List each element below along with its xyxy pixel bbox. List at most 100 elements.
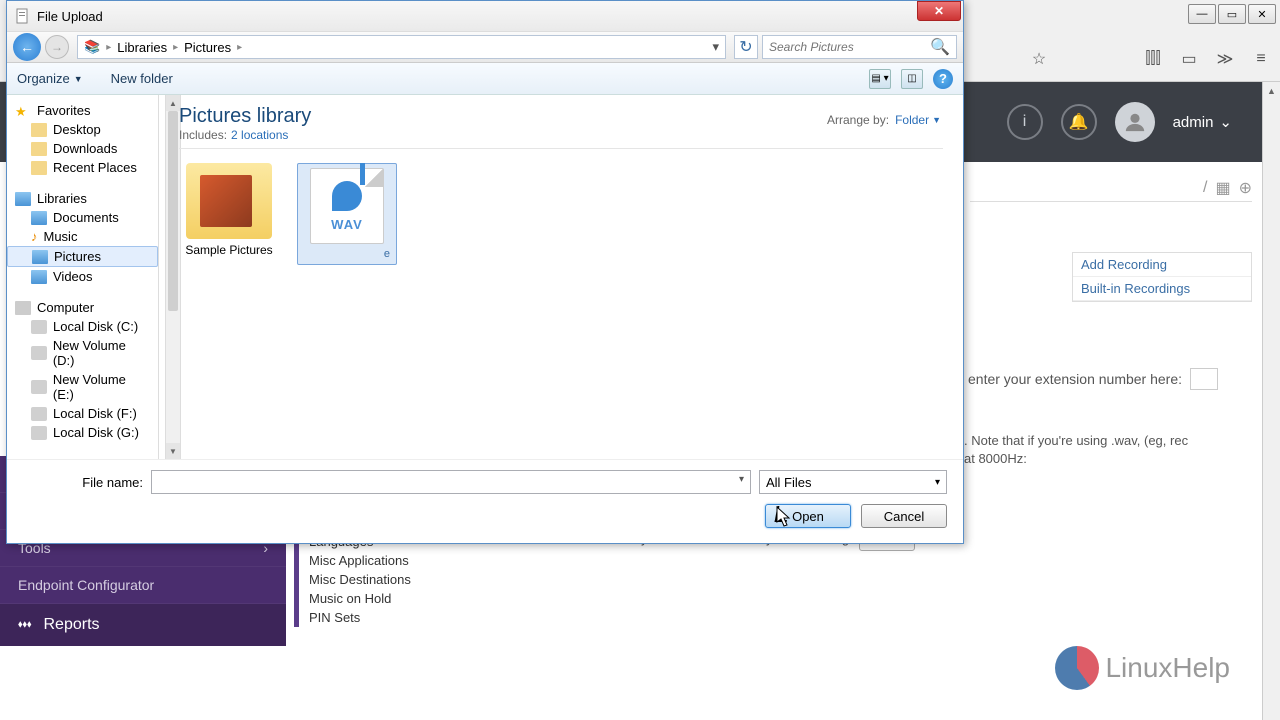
globe-icon[interactable]: ⊕ [1239,178,1252,198]
tree-disk-g[interactable]: Local Disk (G:) [7,423,158,442]
chevron-down-icon: ▼ [932,115,941,125]
filename-input[interactable] [151,470,751,494]
organize-button[interactable]: Organize▼ [17,71,83,86]
folder-icon [31,142,47,156]
disk-icon [31,320,47,334]
tree-pictures[interactable]: Pictures [7,246,158,267]
avatar[interactable] [1115,102,1155,142]
right-panel: Add Recording Built-in Recordings [1072,252,1252,302]
disk-icon [31,426,47,440]
notification-icon[interactable]: 🔔 [1061,104,1097,140]
refresh-button[interactable]: ↻ [734,35,758,59]
sidebar-item-endpoint[interactable]: Endpoint Configurator [0,567,286,604]
tree-documents[interactable]: Documents [7,208,158,227]
info-icon[interactable]: i [1007,104,1043,140]
dialog-title: File Upload [37,9,103,24]
music-note-icon [332,181,362,211]
search-box[interactable]: 🔍 [762,35,957,59]
dialog-titlebar[interactable]: File Upload ✕ [7,1,963,31]
tree-downloads[interactable]: Downloads [7,139,158,158]
submenu-pin-sets[interactable]: PIN Sets [294,608,504,627]
breadcrumb: / ▦ ⊕ [970,174,1252,202]
cancel-button[interactable]: Cancel [861,504,947,528]
dialog-navbar: ← → 📚 ▸ Libraries ▸ Pictures ▸ ▾ ↻ 🔍 [7,31,963,63]
grid-icon[interactable]: ▦ [1215,178,1230,198]
submenu-misc-dest[interactable]: Misc Destinations [294,570,504,589]
tree-favorites[interactable]: ★Favorites [7,101,158,120]
disk-icon [31,407,47,421]
builtin-recordings-link[interactable]: Built-in Recordings [1073,277,1251,301]
tree-disk-f[interactable]: Local Disk (F:) [7,404,158,423]
dropdown-icon[interactable]: ▾ [712,39,719,55]
documents-icon [31,211,47,225]
library-icon[interactable]: ⫿⫿⫿ [1144,50,1162,68]
new-folder-button[interactable]: New folder [111,71,173,86]
preview-pane-button[interactable]: ◫ [901,69,923,89]
computer-icon [15,301,31,315]
search-input[interactable] [769,40,929,54]
tree-desktop[interactable]: Desktop [7,120,158,139]
pictures-icon [32,250,48,264]
open-button[interactable]: Open [765,504,851,528]
file-upload-dialog: File Upload ✕ ← → 📚 ▸ Libraries ▸ Pictur… [6,0,964,544]
chevron-down-icon: ⌄ [1219,113,1232,131]
nav-back-button[interactable]: ← [13,33,41,61]
dialog-toolbar: Organize▼ New folder ▤ ▾ ◫ ? [7,63,963,95]
folder-icon [31,161,47,175]
filename-label: File name: [23,475,143,490]
linuxhelp-logo: LinuxHelp [1055,646,1230,690]
document-icon [15,8,31,24]
tree-disk-d[interactable]: New Volume (D:) [7,336,158,370]
star-icon: ★ [15,104,31,118]
tree-disk-e[interactable]: New Volume (E:) [7,370,158,404]
page-scrollbar[interactable]: ▲ [1262,82,1280,720]
submenu-misc-apps[interactable]: Misc Applications [294,551,504,570]
dialog-footer: File name: All Files ▾ Open Cancel [7,459,963,538]
bookmark-star-icon[interactable]: ☆ [1030,50,1048,68]
tree-disk-c[interactable]: Local Disk (C:) [7,317,158,336]
folder-icon [31,123,47,137]
tree-libraries[interactable]: Libraries [7,189,158,208]
address-bar[interactable]: 📚 ▸ Libraries ▸ Pictures ▸ ▾ [77,35,726,59]
add-recording-link[interactable]: Add Recording [1073,253,1251,277]
locations-link[interactable]: 2 locations [231,128,288,142]
reader-icon[interactable]: ▭ [1180,50,1198,68]
win-maximize-button[interactable]: ▭ [1218,4,1246,24]
chevron-down-icon: ▼ [74,74,83,84]
disk-icon [31,380,47,394]
overflow-icon[interactable]: ≫ [1216,50,1234,68]
file-sample-pictures[interactable]: Sample Pictures [179,163,279,265]
file-wav-selected[interactable]: WAV e [297,163,397,265]
library-icon [15,192,31,206]
includes-label: Includes: [179,128,227,142]
arrange-dropdown[interactable]: Folder▼ [895,113,941,127]
help-button[interactable]: ? [933,69,953,89]
submenu-moh[interactable]: Music on Hold [294,589,504,608]
wav-note: . Note that if you're using .wav, (eg, r… [964,432,1240,468]
menu-icon[interactable]: ≡ [1252,50,1270,68]
wav-file-icon: WAV [310,168,384,244]
dialog-close-button[interactable]: ✕ [917,1,961,21]
tree-computer[interactable]: Computer [7,298,158,317]
logo-swirl-icon [1055,646,1099,690]
nav-tree: ★Favorites Desktop Downloads Recent Plac… [7,95,159,459]
extension-prompt: enter your extension number here: [968,368,1240,390]
libraries-icon: 📚 [84,39,100,55]
search-icon: 🔍 [930,37,950,57]
sidebar-item-reports[interactable]: ⬪⬪⬪ Reports [0,604,286,646]
tree-videos[interactable]: Videos [7,267,158,286]
filetype-dropdown[interactable]: All Files ▾ [759,470,947,494]
view-mode-button[interactable]: ▤ ▾ [869,69,891,89]
arrange-by: Arrange by: Folder▼ [827,113,941,127]
videos-icon [31,270,47,284]
win-close-button[interactable]: ✕ [1248,4,1276,24]
nav-forward-button[interactable]: → [45,35,69,59]
tree-recent[interactable]: Recent Places [7,158,158,177]
extension-input[interactable] [1190,368,1218,390]
disk-icon [31,346,47,360]
user-menu[interactable]: admin⌄ [1173,113,1232,131]
tree-music[interactable]: ♪Music [7,227,158,246]
win-minimize-button[interactable]: — [1188,4,1216,24]
scroll-up-icon[interactable]: ▲ [1263,82,1280,100]
music-icon: ♪ [31,229,38,244]
